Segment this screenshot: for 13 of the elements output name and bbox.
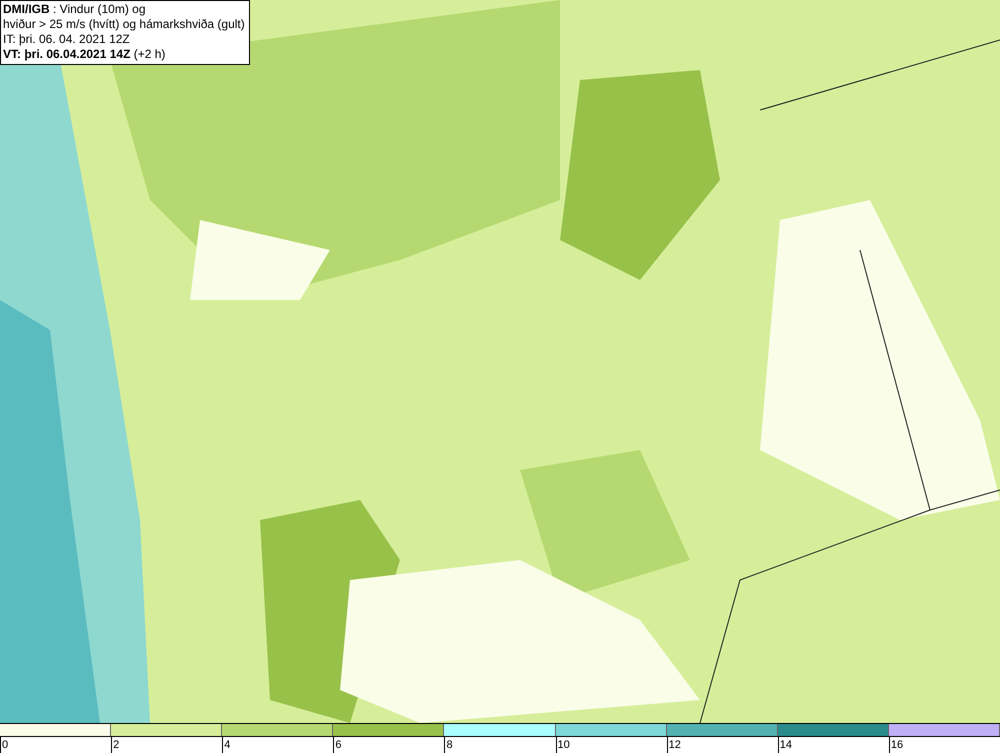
scale-label: 16: [890, 739, 904, 751]
scale-label: 10: [556, 739, 570, 751]
scale-label: 0: [1, 739, 8, 751]
scale-label: 2: [112, 739, 120, 751]
scale-label: 14: [778, 739, 792, 751]
scale-label: 12: [668, 739, 681, 751]
scale-label: 8: [445, 739, 453, 751]
header-line: IT: þri. 06. 04. 2021 12Z: [3, 32, 131, 47]
scale-label: 6: [334, 739, 342, 751]
scale-label: 4: [223, 739, 230, 751]
header-line: VT: þri. 06.04.2021 14Z (+2 h): [3, 47, 166, 62]
header-line: hviður > 25 m/s (hvítt) og hámarkshviða (gult): [3, 17, 245, 32]
header-line: DMI/IGB : Vindur (10m) og: [3, 2, 146, 17]
